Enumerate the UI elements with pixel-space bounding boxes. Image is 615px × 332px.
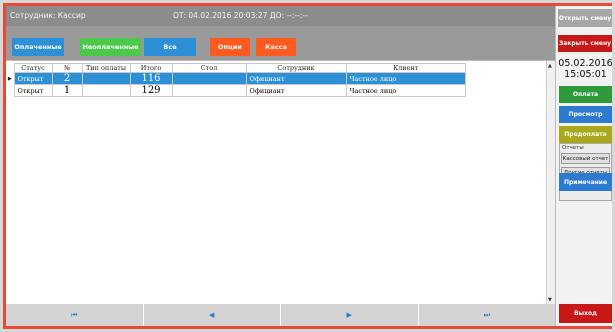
- row-indicator: [6, 85, 14, 97]
- cell-status: Открыт: [13, 72, 53, 85]
- note-button[interactable]: Примечание: [559, 173, 612, 191]
- sidebar: Открыть смену Закрыть смену 05.02.2016 1…: [555, 6, 613, 326]
- open-shift-button[interactable]: Открыть смену: [558, 9, 612, 27]
- column-header-client[interactable]: Клиент: [345, 63, 466, 73]
- next-page-button[interactable]: ▶: [281, 304, 419, 326]
- table-header-row: Статус № Тип оплаты Итого Стол Сотрудник…: [6, 63, 466, 73]
- tab-all[interactable]: Все: [144, 38, 196, 56]
- cell-status: Открыт: [13, 84, 53, 97]
- view-button[interactable]: Просмотр: [559, 106, 612, 123]
- cell-client: Частное лицо: [345, 84, 466, 97]
- cell-total: 116: [129, 72, 173, 85]
- tab-paid[interactable]: Оплаченные: [12, 38, 64, 56]
- column-header-status[interactable]: Статус: [13, 63, 53, 73]
- column-header-table[interactable]: Стол: [171, 63, 247, 73]
- row-indicator-header: [6, 64, 14, 73]
- prev-page-button[interactable]: ◀: [144, 304, 281, 326]
- reports-label: Отчеты: [562, 145, 584, 151]
- cell-payment-type: [81, 84, 131, 97]
- current-row-indicator-icon: ▶: [6, 72, 14, 85]
- x-report-button[interactable]: Кассовый отчет: [561, 153, 610, 164]
- scroll-down-icon[interactable]: ▼: [548, 297, 552, 303]
- cell-total: 129: [129, 84, 173, 97]
- last-page-button[interactable]: ⏭: [419, 304, 556, 326]
- column-header-total[interactable]: Итого: [129, 63, 173, 73]
- current-time: 15:05:01: [564, 69, 607, 80]
- cell-number: 2: [51, 72, 83, 85]
- current-date: 05.02.2016: [558, 58, 613, 69]
- orders-grid: Статус № Тип оплаты Итого Стол Сотрудник…: [6, 60, 555, 305]
- header-bar: Сотрудник: Кассир ОТ: 04.02.2016 20:03:2…: [6, 6, 555, 26]
- cell-employee: Официант: [245, 72, 347, 85]
- tab-options[interactable]: Опции: [210, 38, 250, 56]
- cell-number: 1: [51, 84, 83, 97]
- close-shift-button[interactable]: Закрыть смену: [558, 35, 612, 52]
- cell-client: Частное лицо: [345, 72, 466, 85]
- exit-button[interactable]: Выход: [559, 304, 612, 323]
- orders-table: Статус № Тип оплаты Итого Стол Сотрудник…: [6, 63, 466, 97]
- cell-table: [171, 84, 247, 97]
- column-header-employee[interactable]: Сотрудник: [245, 63, 347, 73]
- first-page-button[interactable]: ⏮: [6, 304, 144, 326]
- employee-label: Сотрудник: Кассир: [10, 11, 86, 20]
- reports-group: Отчеты Кассовый отчет Другие отчеты: [559, 143, 612, 201]
- scroll-up-icon[interactable]: ▲: [548, 63, 552, 69]
- tab-unpaid[interactable]: Неоплаченные: [80, 38, 141, 56]
- prepay-button[interactable]: Предоплата: [559, 126, 612, 143]
- table-row[interactable]: ▶ Открыт 2 116 Официант Частное лицо: [6, 72, 466, 85]
- shift-period-label: ОТ: 04.02.2016 20:03:27 ДО: --:--:--: [173, 11, 308, 20]
- cell-table: [171, 72, 247, 85]
- filter-tabs: Оплаченные Неоплаченные Все Опции Касса: [6, 26, 555, 60]
- cell-employee: Официант: [245, 84, 347, 97]
- cell-payment-type: [81, 72, 131, 85]
- tab-cash[interactable]: Касса: [256, 38, 296, 56]
- column-header-number[interactable]: №: [51, 63, 83, 73]
- table-row[interactable]: Открыт 1 129 Официант Частное лицо: [6, 84, 466, 97]
- vertical-scrollbar[interactable]: ▲ ▼: [546, 61, 555, 305]
- column-header-payment-type[interactable]: Тип оплаты: [81, 63, 131, 73]
- main-window: Сотрудник: Кассир ОТ: 04.02.2016 20:03:2…: [3, 3, 613, 329]
- pay-button[interactable]: Оплата: [559, 86, 612, 103]
- pager-bar: ⏮ ◀ ▶ ⏭: [6, 304, 555, 326]
